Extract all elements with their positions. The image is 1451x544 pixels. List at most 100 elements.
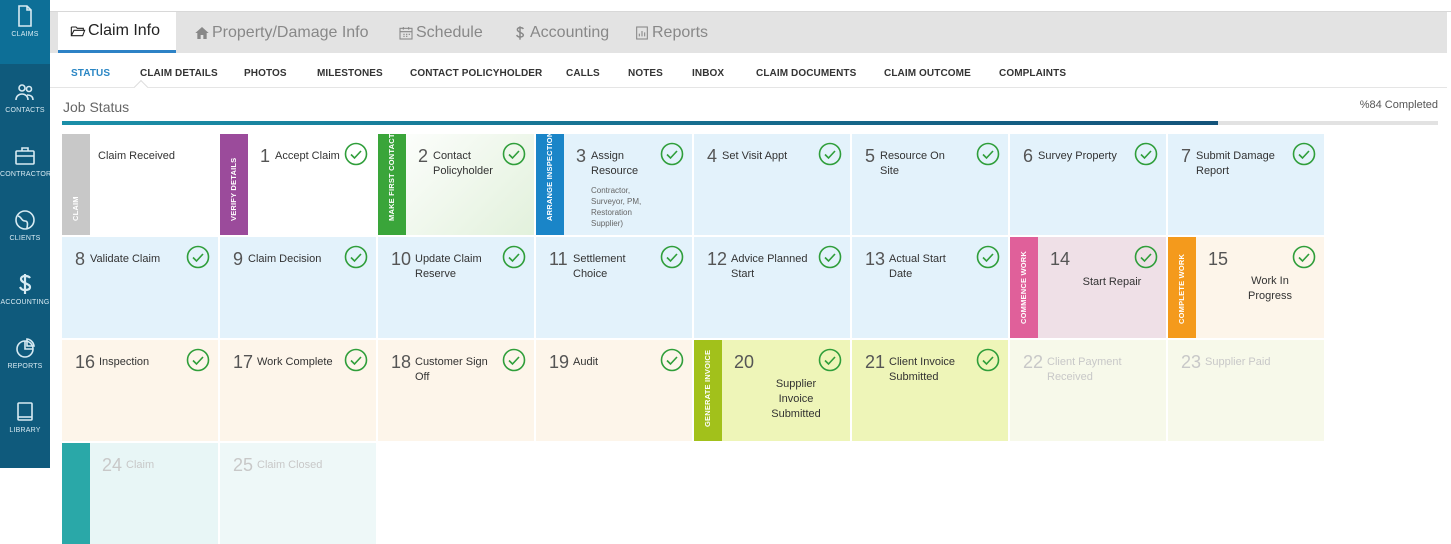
tab-label: Reports bbox=[652, 23, 709, 41]
completion-text: %84 Completed bbox=[1359, 99, 1438, 111]
subtab-claim-documents[interactable]: CLAIM DOCUMENTS bbox=[756, 68, 856, 79]
check-icon bbox=[1292, 245, 1316, 269]
tab-label: Claim Info bbox=[88, 22, 161, 39]
status-step-17[interactable]: 17 Work Complete bbox=[220, 340, 377, 441]
step-label: Set Visit Appt bbox=[722, 150, 788, 162]
step-number: 14 bbox=[1050, 249, 1071, 269]
dollar-icon bbox=[19, 274, 32, 294]
subtab-claim-outcome[interactable]: CLAIM OUTCOME bbox=[884, 68, 971, 79]
status-step-23[interactable]: 23 Supplier Paid bbox=[1168, 340, 1325, 441]
status-step-6[interactable]: 6 Survey Property bbox=[1010, 134, 1167, 235]
step-number: 20 bbox=[734, 352, 755, 372]
step-number: 1 bbox=[260, 146, 271, 166]
step-label: Work In Progress bbox=[1247, 275, 1293, 302]
status-step-5[interactable]: 5 Resource On Site bbox=[852, 134, 1009, 235]
status-step-11[interactable]: 11 Settlement Choice bbox=[536, 237, 693, 338]
step-stage-band: MAKE FIRST CONTACT bbox=[378, 134, 406, 235]
globe-icon bbox=[15, 210, 35, 230]
status-step-9[interactable]: 9 Claim Decision bbox=[220, 237, 377, 338]
status-step-10[interactable]: 10 Update Claim Reserve bbox=[378, 237, 535, 338]
subtab-status[interactable]: STATUS bbox=[71, 68, 110, 79]
status-step-20[interactable]: GENERATE INVOICE 20 Supplier Invoice Submi… bbox=[694, 340, 851, 441]
step-label: Update Claim Reserve bbox=[415, 253, 482, 280]
sidebar-item-label: CLIENTS bbox=[9, 235, 41, 242]
step-number: 5 bbox=[865, 146, 876, 166]
status-step-1[interactable]: VERIFY DETAILS 1 Accept Claim bbox=[220, 134, 377, 235]
sidebar-item-clients[interactable]: CLIENTS bbox=[0, 204, 50, 268]
step-label: Settlement Choice bbox=[573, 253, 626, 280]
tab-label: Property/Damage Info bbox=[212, 23, 369, 41]
pie-chart-icon bbox=[16, 338, 35, 358]
check-icon bbox=[502, 142, 526, 166]
sidebar-item-label: CONTRACTORS bbox=[0, 171, 50, 178]
status-step-4[interactable]: 4 Set Visit Appt bbox=[694, 134, 851, 235]
status-step-12[interactable]: 12 Advice Planned Start bbox=[694, 237, 851, 338]
subtab-notes[interactable]: NOTES bbox=[628, 68, 663, 79]
step-label: Accept Claim bbox=[275, 150, 340, 162]
status-step-8[interactable]: 8 Validate Claim bbox=[62, 237, 219, 338]
step-label: Resource On Site bbox=[880, 150, 945, 177]
status-step-25[interactable]: 25 Claim Closed bbox=[220, 443, 377, 544]
check-icon bbox=[344, 142, 368, 166]
check-icon bbox=[344, 348, 368, 372]
stage-label: VERIFY DETAILS bbox=[229, 157, 239, 222]
status-step-14[interactable]: COMMENCE WORK 14 Start Repair bbox=[1010, 237, 1167, 338]
status-step-3[interactable]: ARRANGE INSPECTION 3 Assign Resource Contra… bbox=[536, 131, 693, 235]
step-label: Survey Property bbox=[1038, 150, 1117, 162]
stage-label: ARRANGE INSPECTION bbox=[545, 131, 555, 222]
check-icon bbox=[818, 142, 842, 166]
sidebar-item-label: CONTACTS bbox=[5, 107, 45, 114]
subtab-photos[interactable]: PHOTOS bbox=[244, 68, 287, 79]
status-step-13[interactable]: 13 Actual Start Date bbox=[852, 237, 1009, 338]
contacts-icon bbox=[15, 84, 34, 101]
status-step-2[interactable]: MAKE FIRST CONTACT 2 Contact Policyholder bbox=[378, 134, 535, 235]
subtab-calls[interactable]: CALLS bbox=[566, 68, 600, 79]
step-number: 24 bbox=[102, 455, 123, 475]
sidebar-item-contractors[interactable]: CONTRACTORS bbox=[0, 140, 50, 204]
status-step-24[interactable]: 24 Claim bbox=[62, 443, 219, 544]
tab-claim-info[interactable]: Claim Info bbox=[58, 12, 176, 53]
sidebar-item-reports[interactable]: REPORTS bbox=[0, 332, 50, 396]
status-step-19[interactable]: 19 Audit bbox=[536, 340, 693, 441]
sidebar-item-claims[interactable]: CLAIMS bbox=[0, 0, 50, 64]
step-label: Submit Damage Report bbox=[1196, 150, 1275, 177]
subtab-complaints[interactable]: COMPLAINTS bbox=[999, 68, 1066, 79]
sidebar-item-library[interactable]: LIBRARY bbox=[0, 396, 50, 460]
sidebar-item-contacts[interactable]: CONTACTS bbox=[0, 76, 50, 140]
subtab-contact-policyholder[interactable]: CONTACT POLICYHOLDER bbox=[410, 68, 542, 79]
step-number: 16 bbox=[75, 352, 96, 372]
tab-accounting[interactable]: Accounting bbox=[504, 12, 617, 53]
step-label: Client Payment Received bbox=[1047, 356, 1122, 383]
step-stage-band: CLAIM bbox=[62, 134, 90, 235]
active-subtab-caret bbox=[133, 79, 149, 95]
sidebar-item-label: LIBRARY bbox=[9, 427, 41, 434]
subtab-milestones[interactable]: MILESTONES bbox=[317, 68, 383, 79]
step-stage-band: COMPLETE WORK bbox=[1168, 237, 1196, 338]
status-step-22[interactable]: 22 Client Payment Received bbox=[1010, 340, 1167, 441]
sidebar-item-label: CLAIMS bbox=[11, 31, 39, 38]
step-label: Claim bbox=[126, 459, 155, 471]
step-label: Supplier Paid bbox=[1205, 356, 1271, 368]
subtab-inbox[interactable]: INBOX bbox=[692, 68, 724, 79]
book-icon bbox=[17, 402, 33, 421]
tab-property-damage-info[interactable]: Property/Damage Info bbox=[186, 12, 381, 53]
tab-schedule[interactable]: Schedule bbox=[390, 12, 495, 53]
status-step-18[interactable]: 18 Customer Sign Off bbox=[378, 340, 535, 441]
status-step-16[interactable]: 16 Inspection bbox=[62, 340, 219, 441]
step-label: Claim Received bbox=[98, 150, 176, 162]
step-label: Claim Decision bbox=[248, 253, 322, 265]
status-step-15[interactable]: COMPLETE WORK 15 Work In Progress bbox=[1168, 237, 1325, 338]
sidebar-item-accounting[interactable]: ACCOUNTING bbox=[0, 268, 50, 332]
step-number: 13 bbox=[865, 249, 886, 269]
subtab-claim-details[interactable]: CLAIM DETAILS bbox=[140, 68, 218, 79]
step-number: 9 bbox=[233, 249, 244, 269]
step-number: 12 bbox=[707, 249, 728, 269]
stage-label: CLAIM bbox=[71, 196, 81, 222]
tab-reports[interactable]: Reports bbox=[626, 12, 736, 53]
status-step-21[interactable]: 21 Client Invoice Submitted bbox=[852, 340, 1009, 441]
sidebar-item-label: ACCOUNTING bbox=[0, 299, 50, 306]
status-step-0[interactable]: CLAIM Claim Received bbox=[62, 134, 219, 235]
status-step-7[interactable]: 7 Submit Damage Report bbox=[1168, 134, 1325, 235]
step-label: Validate Claim bbox=[90, 253, 161, 265]
main-tabs: Claim Info Property/Damage Info Schedule Ac… bbox=[50, 12, 1447, 53]
